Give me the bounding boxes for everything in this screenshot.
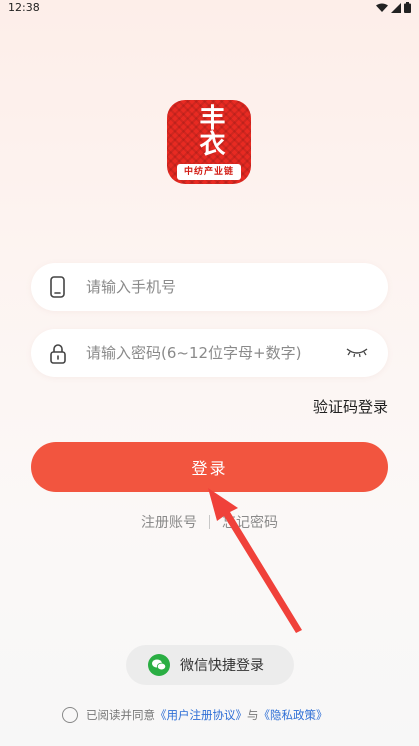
battery-icon [404,2,411,13]
agreement-prefix: 已阅读并同意 [86,708,155,722]
agree-checkbox[interactable] [62,707,78,723]
app-logo: 丰衣 中纺产业链 [167,100,251,184]
status-time: 12:38 [8,1,40,14]
logo-title: 丰衣 [195,104,225,156]
logo-band: 中纺产业链 [177,164,241,180]
password-input[interactable] [86,329,356,377]
phone-input[interactable] [86,263,356,311]
phone-icon [50,276,65,298]
wechat-login-label: 微信快捷登录 [180,658,264,674]
red-arrow-annotation [208,488,302,633]
phone-field[interactable] [31,263,388,311]
agreement-row: 已阅读并同意 《用户注册协议》 与 《隐私政策》 [62,706,328,724]
wifi-icon [376,3,388,12]
wechat-login-button[interactable]: 微信快捷登录 [126,645,294,685]
status-bar: 12:38 [0,0,419,16]
lock-icon [50,344,66,364]
register-link[interactable]: 注册账号 [141,512,197,532]
eye-closed-icon[interactable] [346,346,368,360]
sms-code-login-link[interactable]: 验证码登录 [313,396,388,417]
wechat-icon [148,654,170,676]
user-agreement-link[interactable]: 《用户注册协议》 [155,707,247,723]
password-field[interactable] [31,329,388,377]
cellular-icon [391,2,401,13]
agreement-and: 与 [247,708,259,722]
privacy-policy-link[interactable]: 《隐私政策》 [259,707,328,723]
status-icons [376,2,411,13]
